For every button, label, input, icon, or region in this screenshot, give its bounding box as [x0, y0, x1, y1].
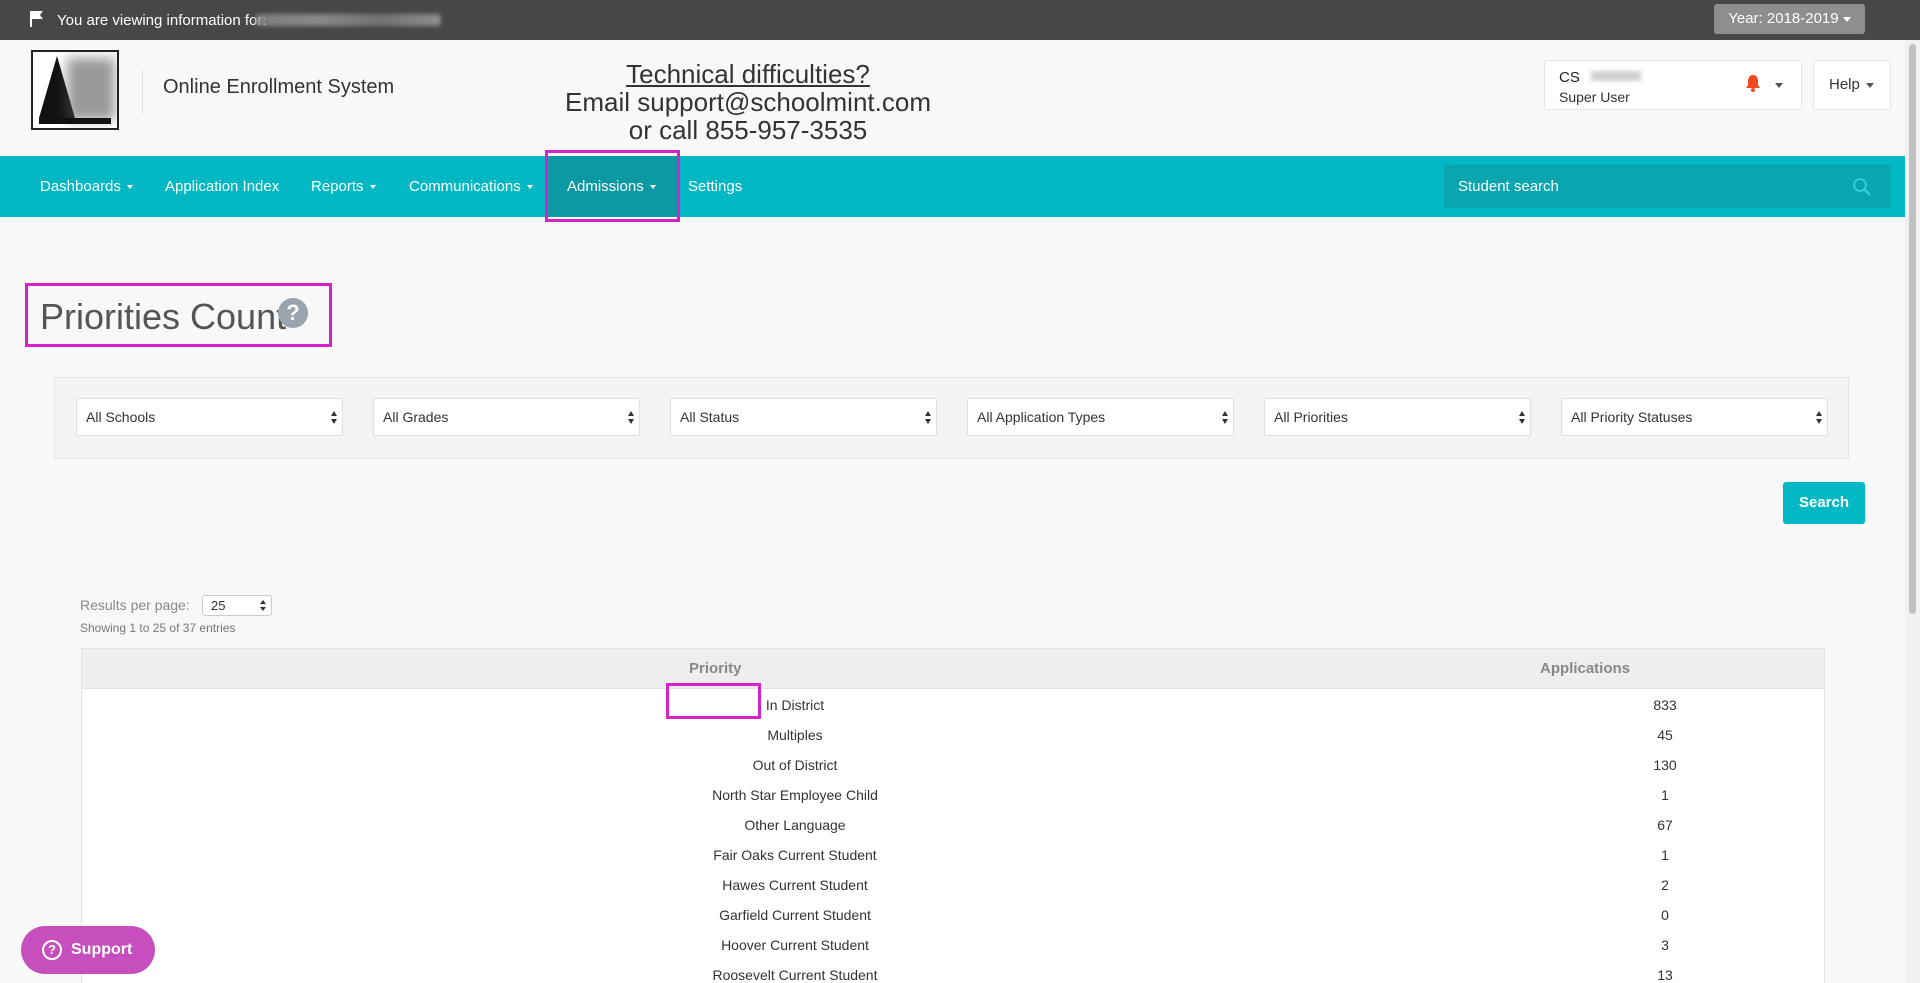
priorities-select[interactable]: All Priorities: [1264, 398, 1531, 436]
support-phone: or call 855-957-3535: [628, 115, 868, 145]
year-selector[interactable]: Year: 2018-2019: [1714, 4, 1865, 34]
redacted-account-name: [255, 14, 441, 26]
results-per-page-select[interactable]: 25: [202, 595, 272, 616]
nav-application-index[interactable]: Application Index: [165, 156, 279, 217]
schools-select[interactable]: All Schools: [76, 398, 343, 436]
student-search-box: [1444, 165, 1890, 208]
page-scrollbar[interactable]: [1905, 40, 1920, 983]
grades-select[interactable]: All Grades: [373, 398, 640, 436]
table-row: Other Language 67: [82, 811, 1824, 841]
priority-cell: In District: [765, 697, 825, 713]
applications-cell: 1: [1661, 787, 1669, 803]
applications-cell: 13: [1657, 967, 1673, 983]
table-header: Priority Applications: [82, 649, 1824, 689]
district-logo[interactable]: [31, 50, 119, 130]
header-divider: [142, 70, 143, 114]
priority-cell: Garfield Current Student: [719, 907, 871, 923]
applications-cell: 3: [1661, 937, 1669, 953]
chevron-down-icon: [1842, 16, 1851, 22]
chevron-down-icon: [649, 185, 656, 190]
technical-support-notice: Technical difficulties? Email support@sc…: [540, 60, 956, 144]
search-icon[interactable]: [1852, 177, 1872, 197]
user-initials: CS: [1559, 69, 1580, 86]
applications-cell: 833: [1653, 697, 1677, 713]
page-title: Priorities Count: [40, 296, 287, 337]
applications-cell: 130: [1653, 757, 1677, 773]
nav-settings[interactable]: Settings: [688, 156, 742, 217]
table-row: Hoover Current Student 3: [82, 931, 1824, 961]
priority-cell: Out of District: [752, 757, 838, 773]
sort-arrows-icon: [1222, 411, 1228, 425]
applications-cell: 1: [1661, 847, 1669, 863]
sort-arrows-icon: [331, 411, 337, 425]
sort-arrows-icon: [925, 411, 931, 425]
sort-arrows-icon: [628, 411, 634, 425]
applications-cell: 2: [1661, 877, 1669, 893]
help-question-icon[interactable]: ?: [278, 298, 308, 328]
year-value: 2018-2019: [1766, 10, 1839, 27]
results-per-page-label: Results per page:: [80, 597, 190, 613]
priorities-table: Priority Applications In District 833 Mu…: [81, 648, 1825, 983]
applications-cell: 67: [1657, 817, 1673, 833]
redacted-user-name: [1591, 71, 1641, 81]
chevron-down-icon: [526, 185, 533, 190]
chevron-down-icon: [1865, 82, 1874, 88]
sort-arrows-icon: [260, 600, 266, 612]
entries-info: Showing 1 to 25 of 37 entries: [80, 621, 236, 635]
status-select[interactable]: All Status: [670, 398, 937, 436]
chevron-down-icon: [1775, 83, 1783, 88]
nav-dashboards[interactable]: Dashboards: [40, 156, 133, 217]
scrollbar-thumb[interactable]: [1909, 44, 1916, 614]
flag-icon: [30, 11, 43, 27]
column-header-applications[interactable]: Applications: [1540, 660, 1630, 677]
priority-cell: Hoover Current Student: [721, 937, 869, 953]
help-label: Help: [1829, 76, 1860, 93]
user-role: Super User: [1559, 89, 1630, 105]
applications-cell: 0: [1661, 907, 1669, 923]
priority-cell: Fair Oaks Current Student: [713, 847, 877, 863]
user-menu[interactable]: CS Super User: [1544, 60, 1802, 110]
priority-cell: North Star Employee Child: [712, 787, 878, 803]
filter-panel: All Schools All Grades All Status All Ap…: [54, 377, 1849, 459]
applications-cell: 45: [1657, 727, 1673, 743]
nav-communications[interactable]: Communications: [409, 156, 533, 217]
table-row: Garfield Current Student 0: [82, 901, 1824, 931]
table-row: North Star Employee Child 1: [82, 781, 1824, 811]
viewing-info-label: You are viewing information for:: [57, 12, 267, 29]
table-row: Multiples 45: [82, 721, 1824, 751]
top-bar: You are viewing information for: Year: 2…: [0, 0, 1920, 40]
priority-cell: Hawes Current Student: [722, 877, 868, 893]
bell-icon[interactable]: [1745, 74, 1761, 92]
sort-arrows-icon: [1816, 411, 1822, 425]
table-row: Out of District 130: [82, 751, 1824, 781]
sort-arrows-icon: [1519, 411, 1525, 425]
help-menu-button[interactable]: Help: [1813, 60, 1891, 110]
app-name: Online Enrollment System: [163, 76, 395, 98]
question-circle-icon: ?: [42, 940, 62, 960]
main-nav: Dashboards Application Index Reports Com…: [0, 156, 1905, 217]
priority-cell: Roosevelt Current Student: [712, 967, 878, 983]
support-label: Support: [71, 941, 133, 958]
table-row: Fair Oaks Current Student 1: [82, 841, 1824, 871]
table-row: In District 833: [82, 691, 1824, 721]
priority-cell: Multiples: [767, 727, 823, 743]
table-row: Roosevelt Current Student 13: [82, 961, 1824, 983]
column-header-priority[interactable]: Priority: [689, 660, 742, 677]
priority-cell: Other Language: [744, 817, 846, 833]
search-button[interactable]: Search: [1783, 482, 1865, 524]
chevron-down-icon: [126, 185, 133, 190]
table-row: Hawes Current Student 2: [82, 871, 1824, 901]
chevron-down-icon: [369, 185, 376, 190]
year-label: Year:: [1728, 10, 1763, 27]
support-email: Email support@schoolmint.com: [565, 87, 931, 117]
nav-reports[interactable]: Reports: [311, 156, 376, 217]
priority-statuses-select[interactable]: All Priority Statuses: [1561, 398, 1828, 436]
support-widget-button[interactable]: ? Support: [21, 926, 155, 974]
nav-admissions[interactable]: Admissions: [545, 156, 678, 217]
student-search-input[interactable]: [1444, 165, 1844, 208]
application-types-select[interactable]: All Application Types: [967, 398, 1234, 436]
tech-difficulties-link[interactable]: Technical difficulties?: [540, 60, 956, 88]
page-header: Online Enrollment System Technical diffi…: [0, 40, 1905, 156]
